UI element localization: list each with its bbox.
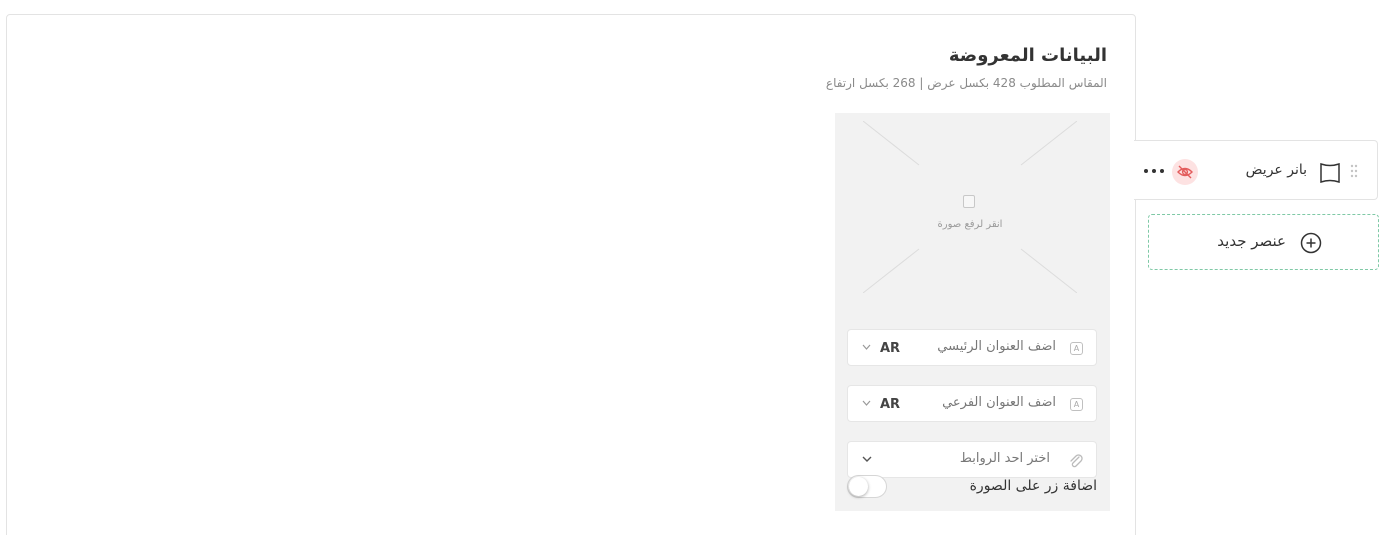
paperclip-icon	[1070, 454, 1083, 468]
chevron-down-icon[interactable]	[862, 456, 872, 462]
image-placeholder-icon	[963, 195, 975, 208]
text-field-icon: A	[1070, 398, 1083, 411]
language-selector[interactable]: AR	[880, 397, 900, 412]
banner-editor: انقر لرفع صورة A اضف العنوان الرئيسي AR …	[835, 113, 1110, 511]
wide-banner-icon	[1320, 162, 1340, 184]
language-selector[interactable]: AR	[880, 341, 900, 356]
add-new-element-button[interactable]: عنصر جديد	[1148, 214, 1379, 270]
panel-subtitle: المقاس المطلوب 428 بكسل عرض | 268 بكسل ا…	[825, 76, 1107, 90]
chevron-down-icon[interactable]	[862, 344, 871, 350]
main-title-placeholder: اضف العنوان الرئيسي	[937, 339, 1056, 354]
sub-title-placeholder: اضف العنوان الفرعي	[942, 395, 1056, 410]
panel-title: البيانات المعروضة	[948, 45, 1107, 66]
toggle-label: اضافة زر على الصورة	[969, 478, 1097, 494]
main-title-field[interactable]: A اضف العنوان الرئيسي AR	[847, 329, 1097, 366]
sidebar-item-label: بانر عريض	[1245, 162, 1307, 178]
drag-handle-icon[interactable]	[1350, 164, 1358, 178]
toggle-knob	[849, 477, 868, 496]
eye-off-icon	[1177, 165, 1193, 179]
chevron-down-icon[interactable]	[862, 400, 871, 406]
sub-title-field[interactable]: A اضف العنوان الفرعي AR	[847, 385, 1097, 422]
link-placeholder: اختر احد الروابط	[959, 451, 1050, 466]
upload-label: انقر لرفع صورة	[937, 219, 1003, 230]
sidebar-item-wide-banner[interactable]: بانر عريض	[1134, 140, 1378, 200]
content-panel: البيانات المعروضة المقاس المطلوب 428 بكس…	[6, 14, 1136, 535]
text-field-icon: A	[1070, 342, 1083, 355]
image-button-toggle-row: اضافة زر على الصورة	[847, 473, 1097, 501]
visibility-toggle-button[interactable]	[1172, 159, 1198, 185]
more-dots-icon[interactable]	[1144, 161, 1168, 181]
add-new-element-label: عنصر جديد	[1217, 232, 1286, 250]
image-upload-area[interactable]: انقر لرفع صورة	[863, 121, 1077, 293]
image-button-toggle[interactable]	[847, 475, 887, 498]
plus-circle-icon	[1300, 232, 1322, 254]
